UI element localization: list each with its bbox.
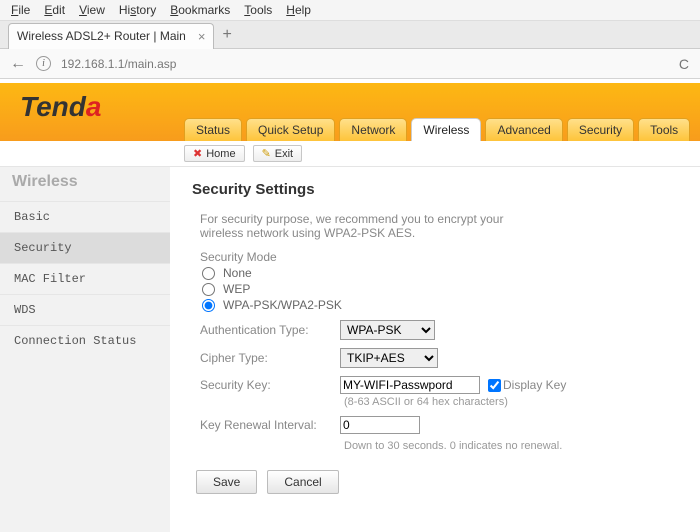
tab-security[interactable]: Security [567, 118, 634, 141]
router-header: Tenda StatusQuick SetupNetworkWirelessAd… [0, 83, 700, 141]
page-title: Security Settings [192, 181, 682, 198]
key-renew-row: Key Renewal Interval: [200, 416, 682, 434]
home-label: Home [206, 148, 235, 160]
menu-help[interactable]: Help [281, 2, 316, 18]
mode-wep-radio[interactable] [202, 283, 215, 296]
menu-history[interactable]: History [114, 2, 161, 18]
new-tab-button[interactable]: + [222, 26, 231, 44]
menu-file[interactable]: File [6, 2, 35, 18]
sidebar-item-basic[interactable]: Basic [0, 201, 170, 232]
cancel-button[interactable]: Cancel [267, 470, 338, 494]
mode-wpa[interactable]: WPA-PSK/WPA2-PSK [202, 298, 682, 312]
cipher-type-row: Cipher Type: TKIP+AES [200, 348, 682, 368]
exit-button[interactable]: ✎ Exit [253, 145, 303, 162]
security-mode-label: Security Mode [200, 250, 682, 264]
tab-tools[interactable]: Tools [638, 118, 690, 141]
mode-wpa-label: WPA-PSK/WPA2-PSK [223, 298, 342, 312]
content-area: Wireless BasicSecurityMAC FilterWDSConne… [0, 167, 700, 532]
menu-bookmarks[interactable]: Bookmarks [165, 2, 235, 18]
exit-label: Exit [275, 148, 293, 160]
sidebar-item-security[interactable]: Security [0, 232, 170, 263]
home-icon: ✖ [193, 147, 202, 160]
renew-note: Down to 30 seconds. 0 indicates no renew… [344, 440, 682, 452]
auth-type-select[interactable]: WPA-PSK [340, 320, 435, 340]
mode-wpa-radio[interactable] [202, 299, 215, 312]
cipher-type-label: Cipher Type: [200, 351, 340, 365]
display-key-label: Display Key [503, 378, 566, 392]
sidebar-title: Wireless [0, 171, 170, 201]
tab-quick-setup[interactable]: Quick Setup [246, 118, 335, 141]
tab-wireless[interactable]: Wireless [411, 118, 481, 141]
security-key-input[interactable] [340, 376, 480, 394]
main-panel: Security Settings For security purpose, … [170, 167, 700, 532]
sidebar-item-mac-filter[interactable]: MAC Filter [0, 263, 170, 294]
tab-title: Wireless ADSL2+ Router | Main [17, 29, 186, 43]
display-key-checkbox[interactable] [488, 379, 501, 392]
menu-view[interactable]: View [74, 2, 110, 18]
display-key-toggle[interactable]: Display Key [488, 378, 566, 392]
security-key-row: Security Key: Display Key [200, 376, 682, 394]
reload-button[interactable]: C [674, 56, 694, 72]
menu-tools[interactable]: Tools [239, 2, 277, 18]
browser-menu: File Edit View History Bookmarks Tools H… [0, 0, 700, 21]
mode-none-label: None [223, 266, 252, 280]
menu-edit[interactable]: Edit [39, 2, 70, 18]
cipher-type-select[interactable]: TKIP+AES [340, 348, 438, 368]
key-renew-input[interactable] [340, 416, 420, 434]
site-info-icon[interactable]: i [36, 56, 51, 71]
save-button[interactable]: Save [196, 470, 257, 494]
form-buttons: Save Cancel [196, 470, 682, 494]
mode-wep-label: WEP [223, 282, 250, 296]
tab-status[interactable]: Status [184, 118, 242, 141]
exit-icon: ✎ [262, 147, 271, 160]
key-renew-label: Key Renewal Interval: [200, 418, 340, 432]
toolbar-row: ✖ Home ✎ Exit [0, 141, 700, 167]
address-field[interactable]: 192.168.1.1/main.asp [57, 54, 668, 74]
close-tab-icon[interactable]: × [198, 29, 206, 44]
sidebar: Wireless BasicSecurityMAC FilterWDSConne… [0, 167, 170, 532]
mode-none[interactable]: None [202, 266, 682, 280]
brand-logo: Tenda [20, 91, 101, 123]
security-key-label: Security Key: [200, 378, 340, 392]
page-hint: For security purpose, we recommend you t… [200, 212, 520, 240]
mode-none-radio[interactable] [202, 267, 215, 280]
auth-type-row: Authentication Type: WPA-PSK [200, 320, 682, 340]
tab-network[interactable]: Network [339, 118, 407, 141]
browser-tab-active[interactable]: Wireless ADSL2+ Router | Main × [8, 23, 214, 49]
url-bar: ← i 192.168.1.1/main.asp C [0, 49, 700, 79]
browser-tab-bar: Wireless ADSL2+ Router | Main × + [0, 21, 700, 49]
key-note: (8-63 ASCII or 64 hex characters) [344, 396, 682, 408]
sidebar-item-wds[interactable]: WDS [0, 294, 170, 325]
sidebar-item-connection-status[interactable]: Connection Status [0, 325, 170, 356]
auth-type-label: Authentication Type: [200, 323, 340, 337]
back-button[interactable]: ← [6, 55, 30, 73]
mode-wep[interactable]: WEP [202, 282, 682, 296]
main-nav-tabs: StatusQuick SetupNetworkWirelessAdvanced… [184, 118, 690, 141]
home-button[interactable]: ✖ Home [184, 145, 245, 162]
tab-advanced[interactable]: Advanced [485, 118, 562, 141]
